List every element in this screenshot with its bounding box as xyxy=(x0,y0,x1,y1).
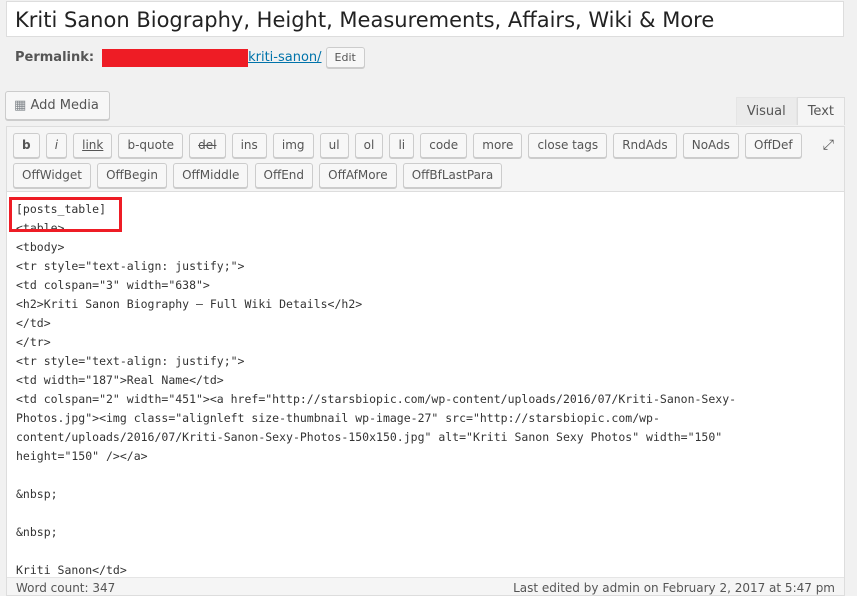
code-line: <h2>Kriti Sanon Biography – Full Wiki De… xyxy=(16,297,363,311)
quicktags-toolbar: b i link b-quote del ins img ul ol li co… xyxy=(7,127,844,192)
qt-button-offdef[interactable]: OffDef xyxy=(745,133,802,158)
code-line: <td colspan="2" width="451"><a href="htt… xyxy=(16,392,737,406)
qt-button-offbegin[interactable]: OffBegin xyxy=(97,163,167,188)
code-line: <tr style="text-align: justify;"> xyxy=(16,259,245,273)
qt-button-ul[interactable]: ul xyxy=(319,133,349,158)
add-media-button[interactable]: ▦ Add Media xyxy=(5,91,110,120)
editor: b i link b-quote del ins img ul ol li co… xyxy=(6,126,845,596)
qt-button-more[interactable]: more xyxy=(473,133,523,158)
permalink-label: Permalink: xyxy=(15,50,95,65)
code-line: <td width="187">Real Name</td> xyxy=(16,373,224,387)
content-textarea[interactable]: [posts_table] <table> <tbody> <tr style="te… xyxy=(7,192,844,585)
code-line: <tbody> xyxy=(16,240,65,254)
qt-button-offend[interactable]: OffEnd xyxy=(254,163,314,188)
tab-visual[interactable]: Visual xyxy=(735,97,797,125)
qt-button-close-tags[interactable]: close tags xyxy=(528,133,608,158)
qt-button-offmiddle[interactable]: OffMiddle xyxy=(173,163,249,188)
qt-button-ins[interactable]: ins xyxy=(231,133,267,158)
code-line: [posts_table] xyxy=(16,202,107,216)
code-line: <tr style="text-align: justify;"> xyxy=(16,354,245,368)
code-line: Photos.jpg"><img class="alignleft size-t… xyxy=(16,411,660,425)
code-line: &nbsp; xyxy=(16,525,58,539)
word-count: Word count: 347 xyxy=(16,581,116,595)
media-icon: ▦ xyxy=(14,98,27,113)
tab-text[interactable]: Text xyxy=(796,97,845,125)
highlight-box xyxy=(9,197,122,232)
qt-button-b-quote[interactable]: b-quote xyxy=(118,133,184,158)
qt-button-offbflastpara[interactable]: OffBfLastPara xyxy=(402,163,503,188)
status-bar: Word count: 347 Last edited by admin on … xyxy=(7,577,844,595)
qt-button-offafmore[interactable]: OffAfMore xyxy=(319,163,397,188)
last-edited: Last edited by admin on February 2, 2017… xyxy=(513,581,835,595)
qt-button-rndads[interactable]: RndAds xyxy=(613,133,677,158)
qt-button-del[interactable]: del xyxy=(189,133,226,158)
qt-button-b[interactable]: b xyxy=(13,133,40,158)
qt-button-i[interactable]: i xyxy=(45,133,68,158)
code-line: <table> xyxy=(16,221,65,235)
qt-button-ol[interactable]: ol xyxy=(354,133,384,158)
code-line: </td> xyxy=(16,316,51,330)
qt-button-noads[interactable]: NoAds xyxy=(682,133,739,158)
qt-button-offwidget[interactable]: OffWidget xyxy=(13,163,91,188)
redacted-url xyxy=(102,48,249,67)
code-line: &nbsp; xyxy=(16,487,58,501)
permalink-row: Permalink: kriti-sanon/ Edit xyxy=(15,47,365,68)
edit-permalink-button[interactable]: Edit xyxy=(325,47,365,68)
qt-button-link[interactable]: link xyxy=(73,133,113,158)
post-title-input[interactable]: Kriti Sanon Biography, Height, Measureme… xyxy=(6,1,844,37)
fullscreen-icon[interactable]: ⤢ xyxy=(823,137,834,153)
permalink-link[interactable]: kriti-sanon/ xyxy=(248,50,321,65)
code-line: height="150" /></a> xyxy=(16,449,148,463)
code-line: <td colspan="3" width="638"> xyxy=(16,278,210,292)
code-line: content/uploads/2016/07/Kriti-Sanon-Sexy… xyxy=(16,430,723,444)
qt-button-code[interactable]: code xyxy=(420,133,468,158)
qt-button-li[interactable]: li xyxy=(389,133,415,158)
code-line: </tr> xyxy=(16,335,51,349)
qt-button-img[interactable]: img xyxy=(272,133,314,158)
